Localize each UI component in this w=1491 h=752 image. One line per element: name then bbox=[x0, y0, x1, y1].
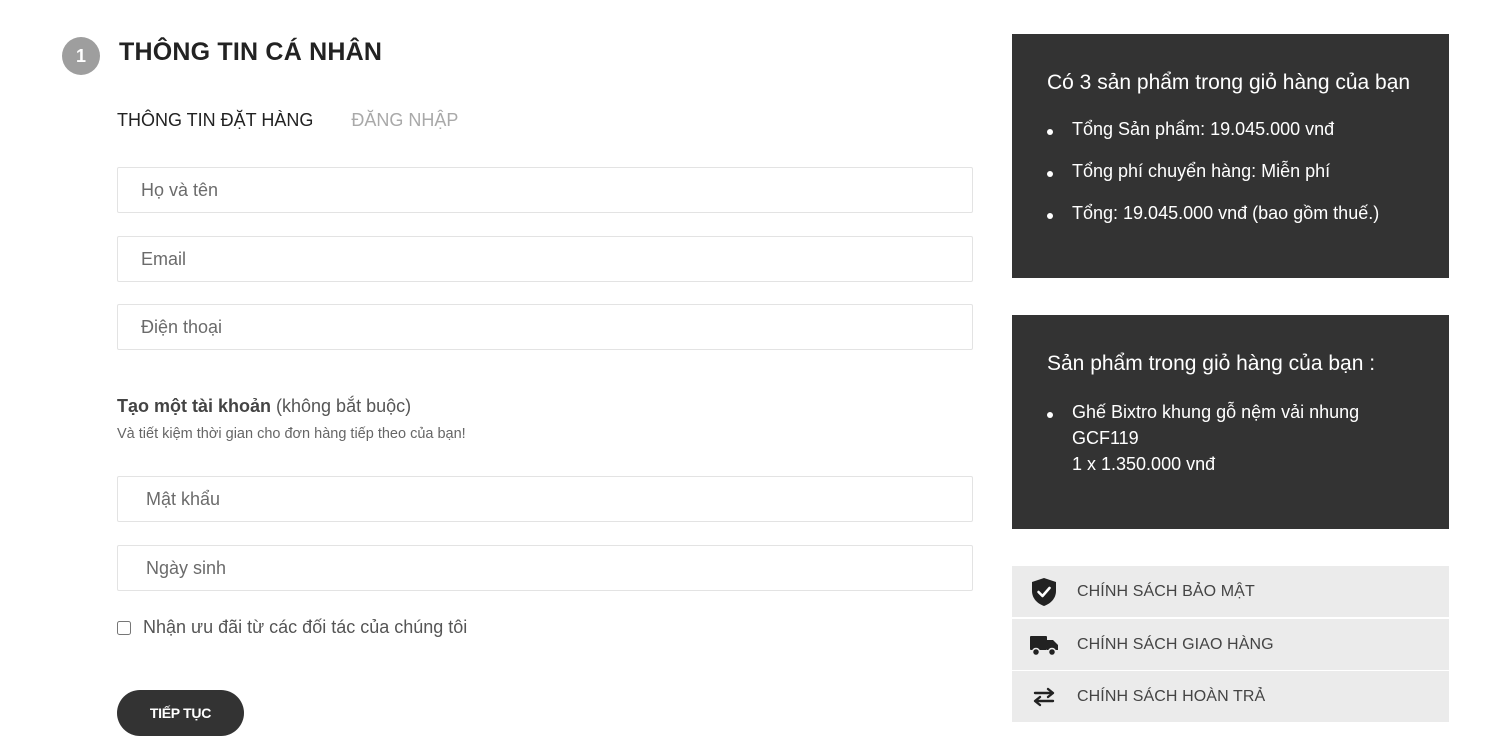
cart-item-code: GCF119 bbox=[1072, 428, 1139, 448]
section-title: THÔNG TIN CÁ NHÂN bbox=[119, 38, 383, 66]
continue-button[interactable]: TIẾP TỤC bbox=[117, 690, 244, 736]
cart-item-qty-price: 1 x 1.350.000 vnđ bbox=[1072, 454, 1216, 474]
tab-login[interactable]: ĐĂNG NHẬP bbox=[351, 108, 458, 132]
partner-offers-checkbox[interactable] bbox=[117, 620, 131, 635]
cart-summary-list: Tổng Sản phẩm: 19.045.000 vnđ Tổng phí c… bbox=[1047, 116, 1379, 242]
shipping-policy-label: CHÍNH SÁCH GIAO HÀNG bbox=[1077, 635, 1274, 653]
summary-total: Tổng: 19.045.000 vnđ (bao gồm thuế.) bbox=[1047, 200, 1379, 226]
cart-items-list: Ghế Bixtro khung gỗ nệm vải nhung GCF119 1… bbox=[1047, 399, 1359, 477]
cart-item: Ghế Bixtro khung gỗ nệm vải nhung GCF119 1… bbox=[1047, 399, 1359, 477]
birthday-field bbox=[117, 545, 973, 591]
return-policy-label: CHÍNH SÁCH HOÀN TRẢ bbox=[1077, 687, 1266, 705]
create-account-optional-note: (không bắt buộc) bbox=[271, 396, 412, 416]
email-field bbox=[117, 236, 973, 282]
birthday-input[interactable] bbox=[118, 546, 972, 590]
tab-order-info[interactable]: THÔNG TIN ĐẶT HÀNG bbox=[117, 108, 313, 132]
privacy-policy-label: CHÍNH SÁCH BẢO MẬT bbox=[1077, 582, 1255, 600]
fullname-input[interactable] bbox=[118, 168, 972, 212]
password-field bbox=[117, 476, 973, 522]
cart-items-heading: Sản phẩm trong giỏ hàng của bạn : bbox=[1047, 352, 1376, 375]
cart-item-name: Ghế Bixtro khung gỗ nệm vải nhung bbox=[1072, 402, 1360, 422]
cart-summary-heading: Có 3 sản phẩm trong giỏ hàng của bạn bbox=[1047, 71, 1411, 94]
create-account-heading: Tạo một tài khoản (không bắt buộc) bbox=[117, 394, 411, 418]
phone-input[interactable] bbox=[118, 305, 972, 349]
fullname-field bbox=[117, 167, 973, 213]
return-policy-link[interactable]: CHÍNH SÁCH HOÀN TRẢ bbox=[1012, 671, 1449, 722]
privacy-policy-link[interactable]: CHÍNH SÁCH BẢO MẬT bbox=[1012, 566, 1449, 617]
partner-offers-label[interactable]: Nhận ưu đãi từ các đối tác của chúng tôi bbox=[143, 617, 467, 638]
cart-items-panel: Sản phẩm trong giỏ hàng của bạn : Ghế Bi… bbox=[1012, 315, 1449, 529]
create-account-subtext: Và tiết kiệm thời gian cho đơn hàng tiếp… bbox=[117, 426, 466, 442]
create-account-bold: Tạo một tài khoản bbox=[117, 396, 272, 416]
cart-summary-panel: Có 3 sản phẩm trong giỏ hàng của bạn Tổn… bbox=[1012, 34, 1449, 278]
partner-offers-row: Nhận ưu đãi từ các đối tác của chúng tôi bbox=[117, 617, 467, 638]
checkout-tabs: THÔNG TIN ĐẶT HÀNG ĐĂNG NHẬP bbox=[117, 108, 458, 132]
shield-check-icon bbox=[1028, 576, 1060, 608]
truck-icon bbox=[1028, 629, 1060, 661]
summary-subtotal: Tổng Sản phẩm: 19.045.000 vnđ bbox=[1047, 116, 1379, 142]
summary-shipping: Tổng phí chuyển hàng: Miễn phí bbox=[1047, 158, 1379, 184]
password-input[interactable] bbox=[118, 477, 972, 521]
shipping-policy-link[interactable]: CHÍNH SÁCH GIAO HÀNG bbox=[1012, 619, 1449, 670]
swap-arrows-icon bbox=[1028, 681, 1060, 713]
step-badge: 1 bbox=[62, 37, 100, 75]
phone-field bbox=[117, 304, 973, 350]
email-input[interactable] bbox=[118, 237, 972, 281]
